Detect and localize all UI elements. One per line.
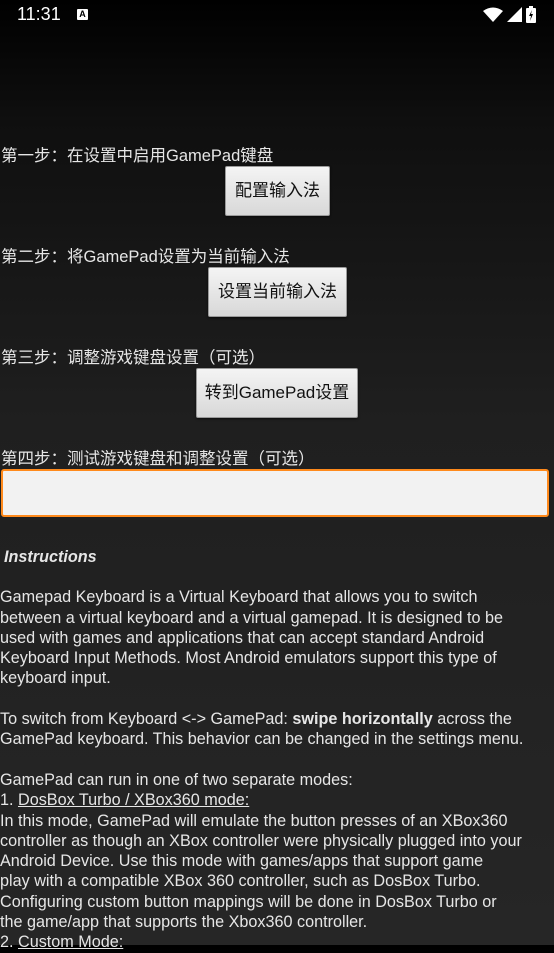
mode-2-heading: 2. Custom Mode: <box>0 932 554 952</box>
intro-line: Gamepad Keyboard is a Virtual Keyboard t… <box>0 588 478 607</box>
mode-1-line: play with a compatible XBox 360 controll… <box>0 872 481 891</box>
step-2-label: 第二步：将GamePad设置为当前输入法 <box>1 248 290 266</box>
instructions-section: Instructions Gamepad Keyboard is a Virtu… <box>0 547 554 953</box>
system-icons <box>483 6 536 23</box>
intro-line: between a virtual keyboard and a virtual… <box>0 608 504 627</box>
switch-instruction-line-2: GamePad keyboard. This behavior can be c… <box>0 730 524 749</box>
switch-suffix: across the <box>432 710 512 729</box>
intro-line: Keyboard Input Methods. Most Android emu… <box>0 649 497 668</box>
modes-intro: GamePad can run in one of two separate m… <box>0 770 353 789</box>
mode-1-line: controller as though an XBox controller … <box>0 831 522 850</box>
signal-icon <box>507 7 522 22</box>
switch-instruction-line: To switch from Keyboard <-> GamePad: swi… <box>0 709 554 729</box>
notification-a-icon: A <box>77 9 88 20</box>
mode-1-title: DosBox Turbo / XBox360 mode: <box>18 791 250 810</box>
mode-2-number: 2. <box>0 933 18 952</box>
intro-line: keyboard input. <box>0 669 111 688</box>
status-time: 11:31 <box>17 4 61 24</box>
switch-prefix: To switch from Keyboard <-> GamePad: <box>0 710 293 729</box>
mode-1-line: Configuring custom button mappings will … <box>0 892 497 911</box>
mode-1-number: 1. <box>0 791 18 810</box>
test-keyboard-input[interactable] <box>1 469 549 517</box>
step-1-label: 第一步：在设置中启用GamePad键盘 <box>1 147 274 165</box>
instructions-title: Instructions <box>4 548 97 566</box>
wifi-icon <box>483 7 503 22</box>
mode-1-heading: 1. DosBox Turbo / XBox360 mode: <box>0 790 554 810</box>
mode-1-line: Android Device. Use this mode with games… <box>0 852 484 871</box>
configure-input-method-button[interactable]: 配置输入法 <box>225 166 330 216</box>
mode-1-line: the game/app that supports the Xbox360 c… <box>0 913 368 932</box>
goto-gamepad-settings-button[interactable]: 转到GamePad设置 <box>196 368 358 418</box>
set-current-input-method-button[interactable]: 设置当前输入法 <box>208 267 347 317</box>
step-4-label: 第四步：测试游戏键盘和调整设置（可选） <box>1 450 315 468</box>
status-bar: 11:31 A <box>0 0 554 30</box>
battery-icon <box>526 6 536 23</box>
step-3-label: 第三步：调整游戏键盘设置（可选） <box>1 349 265 367</box>
mode-1-line: In this mode, GamePad will emulate the b… <box>0 811 508 830</box>
intro-line: used with games and applications that ca… <box>0 628 485 647</box>
swipe-emphasis: swipe horizontally <box>292 710 433 729</box>
mode-2-title: Custom Mode: <box>18 933 124 952</box>
